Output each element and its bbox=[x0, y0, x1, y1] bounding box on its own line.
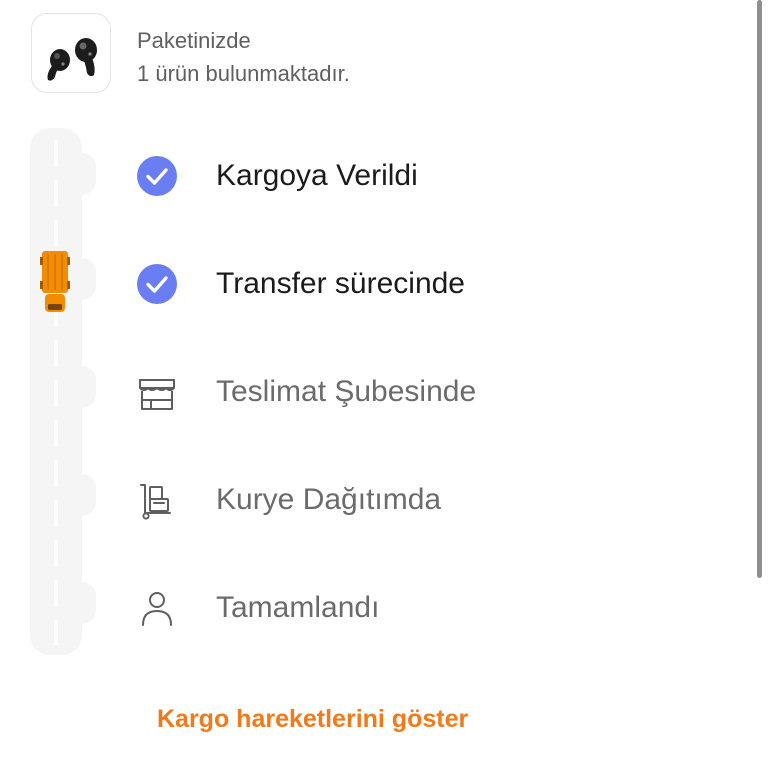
step-kargoya-verildi: Kargoya Verildi bbox=[0, 151, 700, 201]
step-tamamlandi: Tamamlandı bbox=[0, 583, 700, 633]
courier-trolley-icon bbox=[140, 484, 171, 520]
step-transfer-surecinde: Transfer sürecinde bbox=[0, 259, 700, 309]
check-circle-icon bbox=[137, 156, 177, 196]
package-summary-line2: 1 ürün bulunmaktadır. bbox=[137, 61, 350, 86]
earbuds-image bbox=[47, 38, 97, 81]
package-summary-line1: Paketinizde bbox=[137, 28, 251, 53]
show-cargo-movements-link[interactable]: Kargo hareketlerini göster bbox=[157, 703, 468, 735]
check-circle-icon bbox=[137, 264, 177, 304]
step-label: Teslimat Şubesinde bbox=[216, 375, 477, 408]
product-thumbnail[interactable] bbox=[31, 13, 111, 93]
person-icon bbox=[142, 592, 172, 626]
store-icon bbox=[139, 379, 175, 410]
step-teslimat-subesinde: Teslimat Şubesinde bbox=[0, 367, 700, 417]
vertical-scrollbar[interactable] bbox=[757, 0, 762, 578]
step-label: Tamamlandı bbox=[216, 591, 380, 624]
step-kurye-dagitimda: Kurye Dağıtımda bbox=[0, 475, 700, 525]
step-label: Kargoya Verildi bbox=[216, 159, 418, 192]
step-label: Transfer sürecinde bbox=[216, 267, 465, 300]
package-summary: Paketinizde 1 ürün bulunmaktadır. bbox=[137, 24, 350, 90]
step-label: Kurye Dağıtımda bbox=[216, 483, 442, 516]
